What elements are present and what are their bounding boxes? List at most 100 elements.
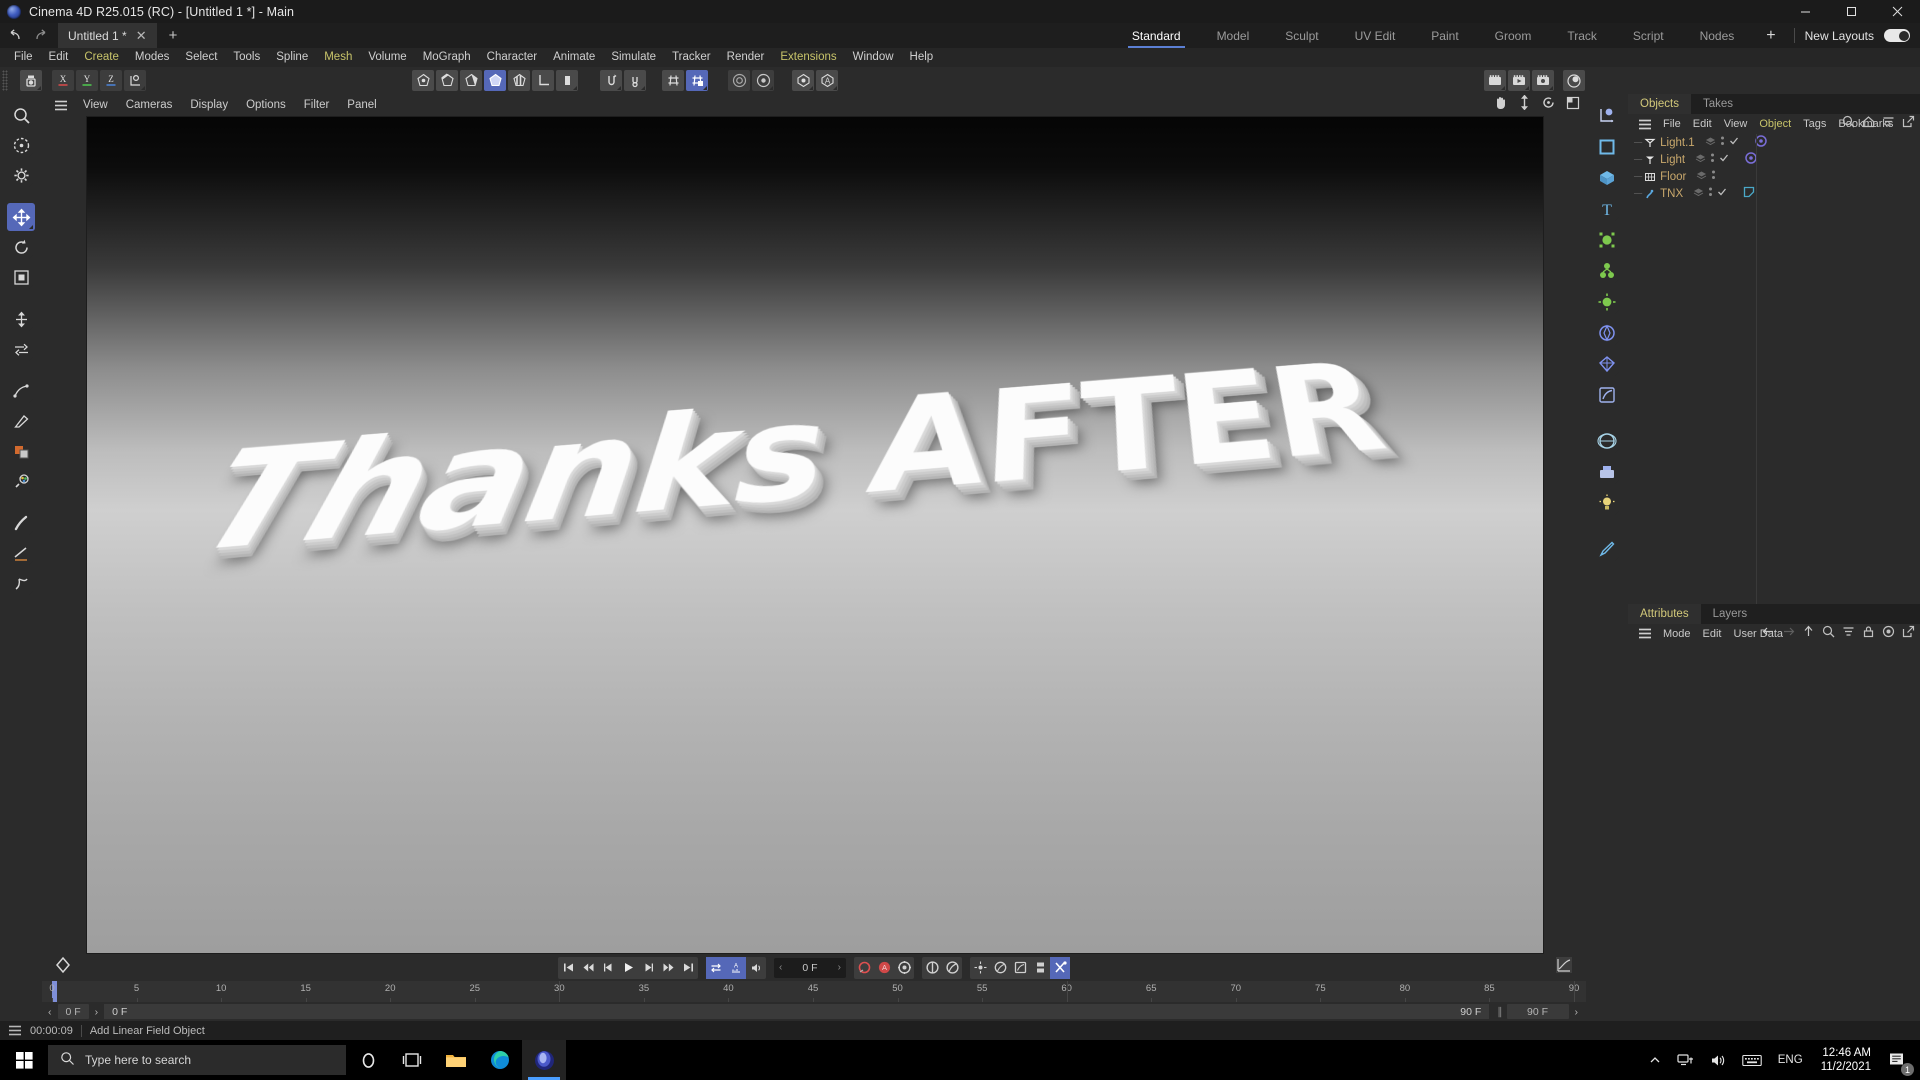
viewport-menu-view[interactable]: View [74,99,117,111]
layout-tab-nodes[interactable]: Nodes [1682,23,1753,48]
quantize-grid-icon[interactable] [686,70,708,91]
up-arrow-icon[interactable] [1802,625,1815,643]
brush-tool-icon[interactable] [7,509,35,537]
tab-layers[interactable]: Layers [1701,604,1760,624]
table-row[interactable]: ─ Light [1628,151,1920,168]
viewport-menu-icon[interactable] [46,100,74,111]
render-view-icon[interactable] [728,70,750,91]
mograph-icon[interactable] [1593,257,1621,285]
frame-next-arrow[interactable]: › [838,962,841,973]
table-row[interactable]: ─ Light.1 [1628,134,1920,151]
loop-playback-icon[interactable] [706,956,726,979]
edge-mode-icon[interactable] [436,70,458,91]
transform-move-icon[interactable] [7,305,35,333]
environment-icon[interactable] [1593,288,1621,316]
document-tab[interactable]: Untitled 1 * ✕ [58,23,157,48]
step-forward-frame-icon[interactable] [638,957,658,979]
layout-tab-model[interactable]: Model [1199,23,1268,48]
new-document-button[interactable]: + [157,23,190,48]
menu-simulate[interactable]: Simulate [603,48,664,67]
render-settings-icon[interactable] [792,70,814,91]
step-forward-keyframe-icon[interactable] [658,957,678,979]
menu-tools[interactable]: Tools [225,48,268,67]
paint-tool-icon[interactable] [7,467,35,495]
lock-x-axis-button[interactable]: X [52,70,74,91]
taskbar-search-box[interactable]: Type here to search [48,1045,346,1075]
filter-icon[interactable] [1882,115,1895,133]
forward-arrow-icon[interactable] [1782,625,1795,643]
viewport-menu-filter[interactable]: Filter [295,99,339,111]
layout-tab-standard[interactable]: Standard [1114,23,1199,48]
material-color-icon[interactable] [7,437,35,465]
menu-spline[interactable]: Spline [268,48,316,67]
go-to-end-icon[interactable] [678,957,698,979]
deformer-icon[interactable] [1593,226,1621,254]
model-mode-icon[interactable] [484,70,506,91]
close-button[interactable] [1874,0,1920,23]
layout-tab-uv-edit[interactable]: UV Edit [1337,23,1414,48]
range-end-field[interactable]: 90 F [1506,1004,1569,1019]
play-icon[interactable] [618,957,638,979]
pan-hand-icon[interactable] [1493,95,1508,115]
cube-primitive-icon[interactable] [1593,164,1621,192]
render-settings-gear-icon[interactable] [1532,70,1554,91]
scroll-end-arrow-icon[interactable]: › [1569,1006,1587,1018]
menu-window[interactable]: Window [845,48,902,67]
om-menu-tags[interactable]: Tags [1797,118,1832,130]
menu-create[interactable]: Create [76,48,127,67]
layout-tab-track[interactable]: Track [1549,23,1615,48]
menu-mesh[interactable]: Mesh [316,48,360,67]
lock-y-axis-button[interactable]: Y [76,70,98,91]
position-key-icon[interactable] [922,957,942,979]
viewport-menu-options[interactable]: Options [237,99,295,111]
frame-prev-arrow[interactable]: ‹ [779,962,782,973]
windows-start-icon[interactable] [0,1040,48,1080]
keyframe-selection-icon[interactable] [1030,957,1050,979]
new-layouts-toggle[interactable] [1884,29,1910,42]
scroll-right-arrow-icon[interactable]: › [89,1006,105,1018]
enabled-check-icon[interactable] [1719,153,1729,166]
visibility-dots-icon[interactable] [1720,135,1725,150]
layout-tab-script[interactable]: Script [1615,23,1682,48]
om-menu-edit[interactable]: Edit [1687,118,1718,130]
tool-settings-gear-icon[interactable] [7,161,35,189]
menu-tracker[interactable]: Tracker [664,48,719,67]
cinema4d-taskbar-icon[interactable] [522,1040,566,1080]
render-region-icon[interactable] [752,70,774,91]
maximize-button[interactable] [1828,0,1874,23]
parameter-key-icon[interactable] [990,957,1010,979]
keyboard-icon[interactable] [1734,1040,1770,1080]
move-rotate-scale-circle-icon[interactable] [7,131,35,159]
square-tool-icon[interactable] [1593,133,1621,161]
polygon-mode-icon[interactable] [460,70,482,91]
scroll-left-arrow-icon[interactable]: ‹ [42,1006,58,1018]
animation-mode-icon[interactable] [1050,956,1070,979]
menu-select[interactable]: Select [177,48,225,67]
file-explorer-icon[interactable] [434,1040,478,1080]
viewport-frame[interactable]: Thanks AFTER [86,116,1544,954]
asset-browser-icon[interactable]: A [816,70,838,91]
attributes-content[interactable] [1628,643,1920,1022]
light-tag-icon[interactable] [1754,135,1767,150]
knife-tool-icon[interactable] [7,539,35,567]
menu-modes[interactable]: Modes [127,48,178,67]
language-indicator[interactable]: ENG [1770,1040,1811,1080]
tab-takes[interactable]: Takes [1691,94,1745,114]
volume-icon[interactable] [1702,1040,1734,1080]
enabled-check-icon[interactable] [1717,187,1727,200]
viewport-3d-scene[interactable]: Thanks AFTER [87,117,1543,953]
minimize-button[interactable] [1782,0,1828,23]
redo-arrow-icon[interactable] [33,29,48,42]
enable-snap-icon[interactable] [600,70,622,91]
light-tag-icon[interactable] [1745,152,1757,167]
search-icon[interactable] [1822,625,1835,643]
dolly-icon[interactable] [1518,94,1531,115]
render-to-pv-icon[interactable] [1508,70,1530,91]
om-menu-object[interactable]: Object [1753,118,1797,130]
go-to-start-icon[interactable] [558,957,578,979]
preview-range-bar[interactable]: 0 F 90 F [104,1004,1490,1019]
keyframe-settings-icon[interactable] [894,957,914,979]
lighting-icon[interactable] [1593,489,1621,517]
transfer-tool-icon[interactable] [7,335,35,363]
maximize-view-icon[interactable] [1566,96,1580,115]
